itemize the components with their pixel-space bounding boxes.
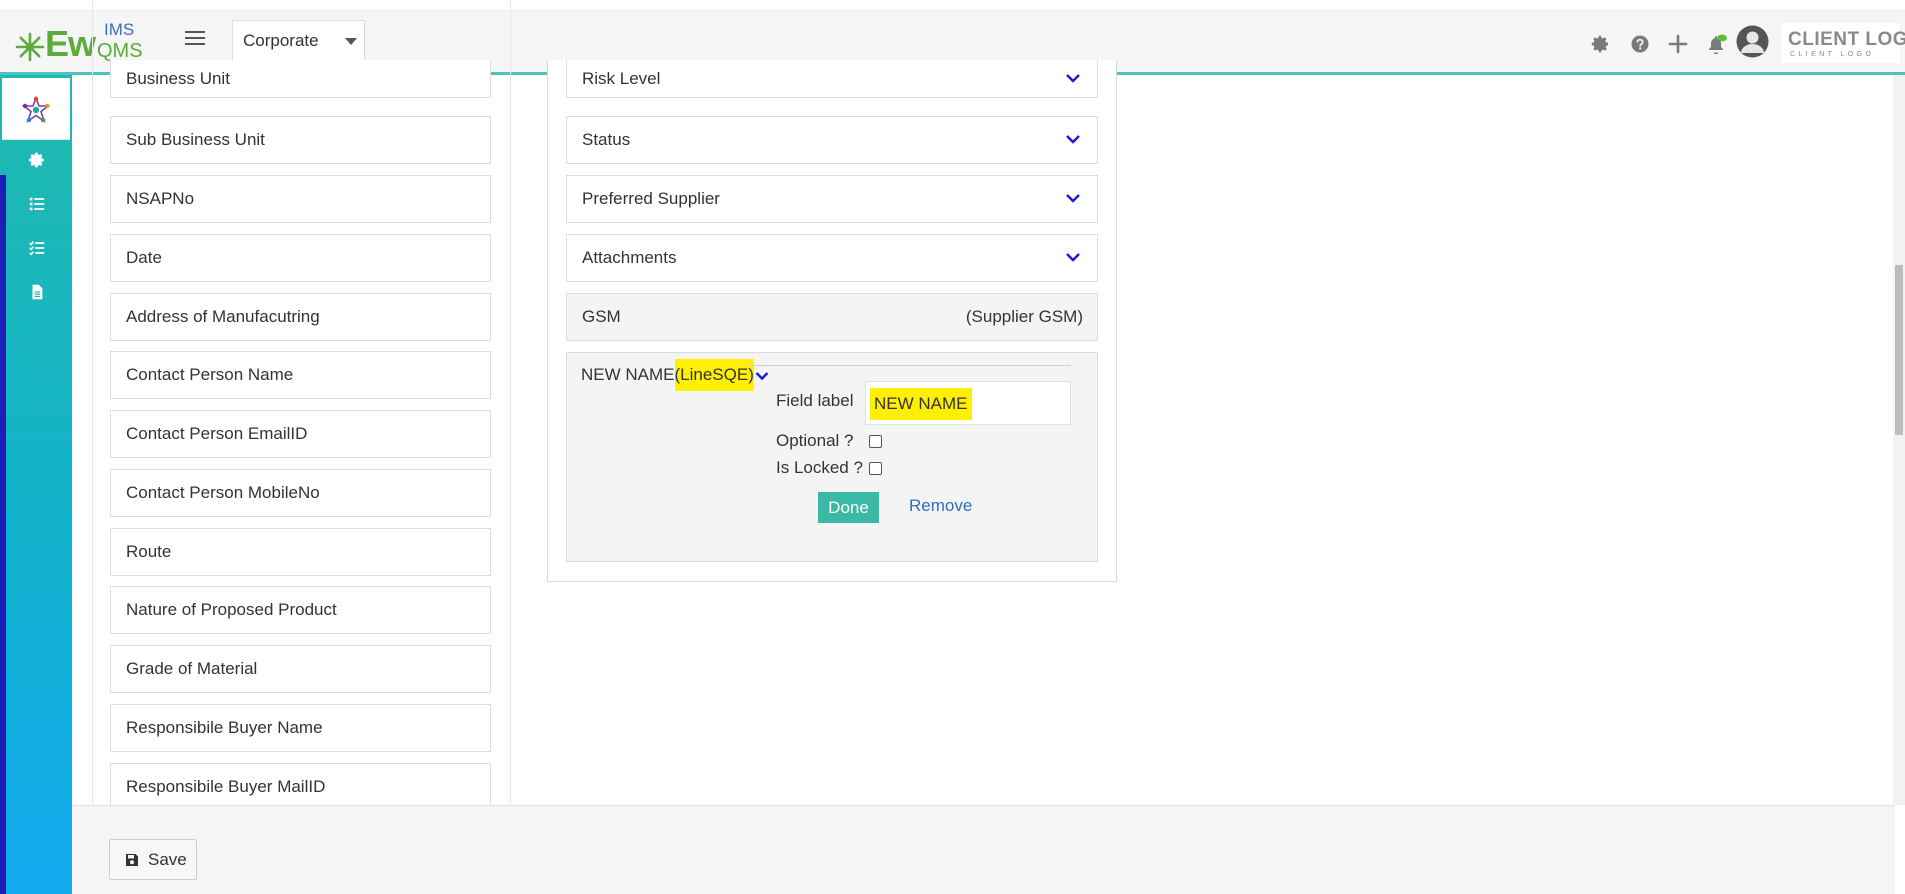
chevron-down-icon[interactable] <box>1065 251 1081 263</box>
field-gsm[interactable]: GSM (Supplier GSM) <box>566 293 1098 341</box>
colorful-star-icon <box>22 96 50 123</box>
help-icon[interactable] <box>1630 34 1650 54</box>
field-contact-person-name[interactable]: Contact Person Name <box>110 351 491 399</box>
main-content: Business Unit Sub Business Unit NSAPNo D… <box>72 0 1895 880</box>
plus-icon[interactable] <box>1668 34 1688 54</box>
page-scrollbar[interactable] <box>1893 75 1905 805</box>
remove-link[interactable]: Remove <box>909 496 972 516</box>
field-sub-business-unit[interactable]: Sub Business Unit <box>110 116 491 164</box>
field-contact-person-mobile[interactable]: Contact Person MobileNo <box>110 469 491 517</box>
field-label: Nature of Proposed Product <box>126 600 337 619</box>
client-logo-main-text: CLIENT LOGO <box>1788 29 1905 50</box>
done-button[interactable]: Done <box>818 492 879 523</box>
footer-bar: Save <box>72 805 1895 894</box>
field-label: NSAPNo <box>126 189 195 208</box>
avatar[interactable] <box>1736 25 1769 58</box>
sidebar-home-logo[interactable] <box>2 78 70 140</box>
field-nsapno[interactable]: NSAPNo <box>110 175 491 223</box>
gear-icon[interactable] <box>28 151 46 169</box>
field-preferred-supplier[interactable]: Preferred Supplier <box>566 175 1098 223</box>
field-label: Status <box>582 130 631 149</box>
is-locked-caption: Is Locked ? <box>776 458 863 477</box>
save-button[interactable]: Save <box>109 839 197 880</box>
field-route[interactable]: Route <box>110 528 491 576</box>
bell-icon[interactable] <box>1705 34 1727 54</box>
document-icon[interactable] <box>28 283 46 301</box>
scrollbar-thumb[interactable] <box>1895 265 1903 435</box>
gsm-label: GSM <box>582 307 621 326</box>
field-label: Attachments <box>582 248 677 267</box>
new-field-editor: NEW NAME(LineSQE) Field label NEW NAME O… <box>566 352 1098 562</box>
field-date[interactable]: Date <box>110 234 491 282</box>
field-risk-level[interactable]: Risk Level <box>566 60 1098 98</box>
chevron-down-icon[interactable] <box>1065 72 1081 84</box>
field-label: Date <box>126 248 162 267</box>
field-label-input-value: NEW NAME <box>870 388 972 420</box>
field-label: Grade of Material <box>126 659 258 678</box>
field-label: Contact Person MobileNo <box>126 483 320 502</box>
save-button-label: Save <box>148 850 187 869</box>
field-contact-person-email[interactable]: Contact Person EmailID <box>110 410 491 458</box>
field-label: Route <box>126 542 172 561</box>
field-label: Address of Manufacutring <box>126 307 320 326</box>
field-label: Sub Business Unit <box>126 130 265 149</box>
field-attachments[interactable]: Attachments <box>566 234 1098 282</box>
field-label: Contact Person Name <box>126 365 294 384</box>
new-field-name: NEW NAME <box>581 365 675 384</box>
field-label-input[interactable]: NEW NAME <box>865 381 1071 425</box>
field-label: Responsibile Buyer Name <box>126 718 323 737</box>
chevron-down-icon[interactable] <box>755 371 769 381</box>
field-grade-of-material[interactable]: Grade of Material <box>110 645 491 693</box>
is-locked-checkbox[interactable] <box>869 462 882 475</box>
field-nature-of-proposed-product[interactable]: Nature of Proposed Product <box>110 586 491 634</box>
new-field-title[interactable]: NEW NAME(LineSQE) <box>581 359 769 391</box>
logo-star-icon <box>15 32 45 62</box>
logo-ew-text: Ew <box>45 23 96 64</box>
list-icon[interactable] <box>28 195 46 213</box>
field-responsible-buyer-mailid[interactable]: Responsibile Buyer MailID <box>110 763 491 805</box>
optional-caption: Optional ? <box>776 431 854 450</box>
field-label: Responsibile Buyer MailID <box>126 777 326 796</box>
field-label: Business Unit <box>126 69 230 88</box>
settings-icon[interactable] <box>1590 34 1610 54</box>
editor-divider <box>747 365 1071 366</box>
field-label: Contact Person EmailID <box>126 424 308 443</box>
sidebar-accent-stripe <box>0 175 6 894</box>
save-icon <box>126 854 138 866</box>
new-field-type-tag: (LineSQE) <box>674 359 754 391</box>
field-label: Risk Level <box>582 69 661 88</box>
gsm-source-label: (Supplier GSM) <box>965 307 1083 326</box>
field-address-of-manufacturing[interactable]: Address of Manufacutring <box>110 293 491 341</box>
client-logo-sub-text: CLIENT LOGO <box>1790 51 1875 58</box>
field-status[interactable]: Status <box>566 116 1098 164</box>
sidebar <box>0 75 72 894</box>
checklist-icon[interactable] <box>28 239 46 257</box>
chevron-down-icon[interactable] <box>1065 192 1081 204</box>
chevron-down-icon[interactable] <box>1065 133 1081 145</box>
field-business-unit[interactable]: Business Unit <box>110 60 491 98</box>
field-label: Preferred Supplier <box>582 189 720 208</box>
client-logo: CLIENT LOGO CLIENT LOGO <box>1782 23 1905 63</box>
field-responsible-buyer-name[interactable]: Responsibile Buyer Name <box>110 704 491 752</box>
optional-checkbox[interactable] <box>869 435 882 448</box>
field-label-caption: Field label <box>776 391 854 410</box>
